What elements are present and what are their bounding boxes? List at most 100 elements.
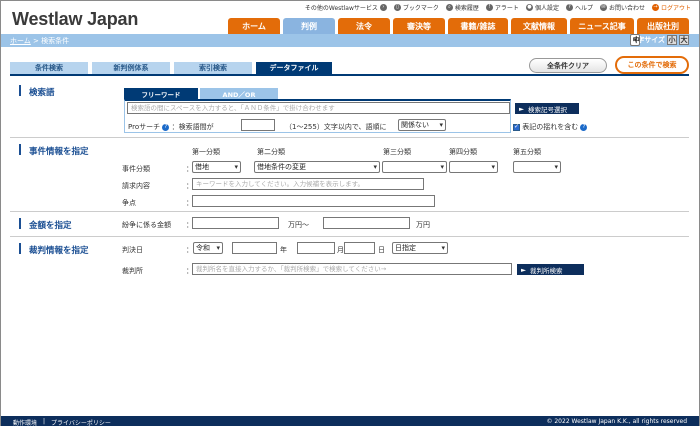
privacy-policy-link[interactable]: プライバシーポリシー — [51, 418, 111, 426]
alert-link[interactable]: ! アラート — [485, 3, 519, 12]
symbol-select-label: 検索記号選択 — [528, 105, 567, 114]
pro-distance-input[interactable] — [241, 119, 275, 131]
contact-icon: ✉ — [599, 4, 607, 11]
history-link[interactable]: ⌕ 検索履歴 — [445, 3, 479, 12]
nav-tab-home[interactable]: ホーム — [228, 18, 280, 34]
history-icon: ⌕ — [445, 4, 453, 11]
help-icon[interactable]: ? — [162, 123, 170, 131]
month-input[interactable] — [297, 242, 335, 254]
word-order-select[interactable]: 関係ない — [398, 119, 446, 131]
nav-tab-news[interactable]: ニュース記事 — [570, 18, 634, 34]
environment-link[interactable]: 動作環境 — [13, 418, 37, 426]
help-icon[interactable]: ? — [580, 123, 588, 131]
class-select-4[interactable] — [449, 161, 498, 173]
section-marker — [19, 218, 21, 229]
amount-unit-from: 万円〜 — [288, 221, 309, 229]
court-input[interactable]: 裁判所名を直接入力するか、「裁判所検索」で検索してください→ — [192, 263, 512, 275]
other-services-link[interactable]: その他のWestlawサービス › — [305, 3, 387, 12]
keyword-input[interactable]: 検索語の間にスペースを入力すると、「ＡＮＤ条件」で掛け合わせます — [127, 102, 510, 114]
section-marker — [19, 243, 21, 254]
help-icon: ? — [565, 4, 573, 11]
tab-and-or[interactable]: AND／OR — [200, 88, 278, 99]
help-link[interactable]: ? ヘルプ — [565, 3, 593, 12]
year-input[interactable] — [232, 242, 277, 254]
tab-freeword[interactable]: フリーワード — [124, 88, 198, 99]
variant-checkbox[interactable] — [513, 123, 520, 131]
user-settings-icon: ● — [525, 4, 533, 11]
bookmark-label: ブックマーク — [402, 5, 439, 12]
footer: 動作環境 | プライバシーポリシー © 2022 Westlaw Japan K… — [1, 416, 699, 426]
alert-label: アラート — [494, 5, 519, 12]
issue-label: 争点 — [122, 199, 136, 207]
font-size-control: 文字サイズ 小 中 大 — [630, 34, 689, 46]
logout-label: ログアウト — [660, 5, 691, 12]
era-select[interactable]: 令和 — [193, 242, 223, 254]
tab-index-search[interactable]: 索引検索 — [174, 62, 252, 74]
search-button[interactable]: この条件で検索 — [615, 56, 689, 74]
footer-links: 動作環境 | プライバシーポリシー — [13, 418, 111, 426]
class-select-5[interactable] — [513, 161, 561, 173]
claim-input[interactable]: キーワードを入力してください。入力候補を表示します。 — [192, 178, 424, 190]
breadcrumb: ホーム > 検索条件 — [10, 36, 69, 46]
bookmark-link[interactable]: ▯ ブックマーク — [393, 3, 439, 12]
breadcrumb-home[interactable]: ホーム — [10, 37, 31, 45]
nav-tab-decisions[interactable]: 審決等 — [393, 18, 445, 34]
help-label: ヘルプ — [574, 5, 593, 12]
court-search-label: 裁判所検索 — [530, 266, 563, 275]
year-unit: 年 — [280, 246, 287, 254]
variant-label: 表記の揺れを含む — [522, 123, 579, 131]
play-icon: ► — [519, 104, 524, 113]
court-search-button[interactable]: ► 裁判所検索 — [517, 264, 584, 275]
westlaw-logo[interactable]: Westlaw Japan — [12, 9, 138, 30]
copyright: © 2022 Westlaw Japan K.K., all rights re… — [546, 418, 687, 425]
amount-label: 紛争に係る金額 — [122, 221, 171, 229]
nav-tab-statutes[interactable]: 法令 — [338, 18, 390, 34]
case-class-label: 事件分類 — [122, 165, 150, 173]
day-input[interactable] — [344, 242, 375, 254]
logout-icon: → — [651, 4, 659, 11]
contact-link[interactable]: ✉ お問い合わせ — [599, 3, 645, 12]
tab-new-case-system[interactable]: 新判例体系 — [92, 62, 170, 74]
issue-input[interactable] — [192, 195, 435, 207]
class-header-4: 第四分類 — [449, 148, 477, 156]
nav-tab-publishers[interactable]: 出版社別 — [637, 18, 689, 34]
pro-search-text1: ：検索語間が — [171, 123, 214, 131]
date-mode-select[interactable]: 日指定 — [392, 242, 448, 254]
variant-checkbox-row[interactable]: 表記の揺れを含む ? — [513, 122, 588, 132]
section-marker — [19, 144, 21, 155]
footer-separator: | — [43, 418, 46, 425]
main-nav: ホーム 判例 法令 審決等 書籍/雑誌 文献情報 ニュース記事 出版社別 — [228, 18, 689, 34]
nav-tab-literature[interactable]: 文献情報 — [511, 18, 567, 34]
clear-all-button[interactable]: 全条件クリア — [529, 58, 607, 73]
class-select-3[interactable] — [382, 161, 447, 173]
keyword-tabs: フリーワード AND／OR — [124, 88, 278, 99]
day-unit: 日 — [378, 246, 385, 254]
font-size-medium[interactable]: 中 — [630, 34, 641, 46]
judgment-date-label: 判決日 — [122, 246, 143, 254]
amount-title: 金額を指定 — [29, 221, 72, 231]
pro-search-text: Proサーチ — [128, 123, 161, 131]
font-size-small[interactable]: 小 — [667, 35, 677, 45]
user-settings-link[interactable]: ● 個人設定 — [525, 3, 559, 12]
class-select-1[interactable]: 借地 — [192, 161, 241, 173]
font-size-large[interactable]: 大 — [679, 35, 689, 45]
court-label: 裁判所 — [122, 267, 143, 275]
class-select-2[interactable]: 借地条件の変更 — [254, 161, 380, 173]
nav-tab-books[interactable]: 書籍/雑誌 — [448, 18, 508, 34]
amount-from-input[interactable] — [192, 217, 279, 229]
claim-label: 請求内容 — [122, 182, 150, 190]
symbol-select-button[interactable]: ► 検索記号選択 — [515, 103, 579, 114]
amount-unit-to: 万円 — [416, 221, 430, 229]
class-header-2: 第二分類 — [257, 148, 285, 156]
top-links: その他のWestlawサービス › ▯ ブックマーク ⌕ 検索履歴 ! アラート ● 個人… — [305, 3, 691, 12]
header: Westlaw Japan その他のWestlawサービス › ▯ ブックマーク ⌕… — [1, 1, 699, 34]
breadcrumb-separator: > — [30, 37, 42, 45]
nav-tab-cases[interactable]: 判例 — [283, 18, 335, 34]
logout-link[interactable]: → ログアウト — [651, 3, 691, 12]
tab-condition-search[interactable]: 条件検索 — [10, 62, 88, 74]
arrow-circle-icon: › — [379, 4, 387, 11]
bookmark-icon: ▯ — [393, 4, 401, 11]
amount-to-input[interactable] — [323, 217, 410, 229]
tab-data-file[interactable]: データファイル — [256, 62, 332, 74]
class-header-1: 第一分類 — [192, 148, 220, 156]
